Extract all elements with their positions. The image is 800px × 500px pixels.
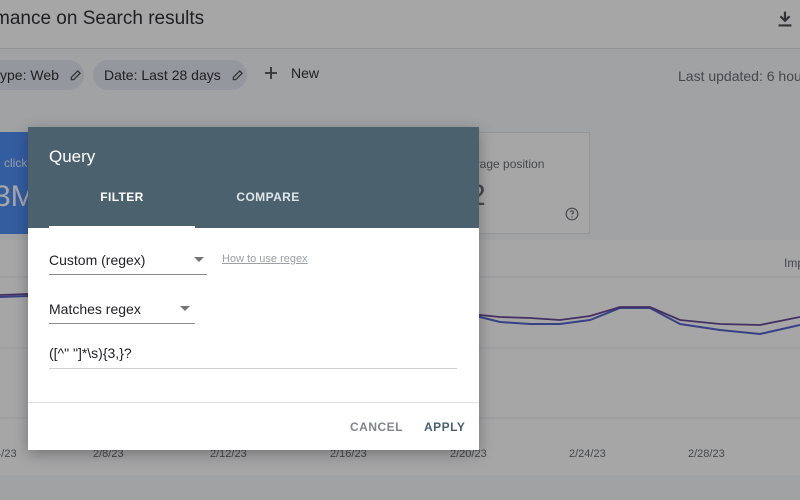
apply-button[interactable]: APPLY [424,420,465,434]
query-filter-dialog: Query FILTER COMPARE Custom (regex) How … [28,127,479,450]
regex-help-link[interactable]: How to use regex [222,253,308,265]
filter-type-select[interactable]: Custom (regex) [49,244,207,275]
regex-input-field[interactable] [49,340,457,369]
search-console-page: mance on Search results ype: Web Date: L… [0,0,800,500]
dialog-title: Query [49,147,96,166]
dropdown-caret-icon [180,306,190,311]
cancel-button[interactable]: CANCEL [350,420,403,434]
dialog-header: Query FILTER COMPARE [28,127,479,228]
match-type-value: Matches regex [49,301,141,317]
match-type-select[interactable]: Matches regex [49,293,195,324]
dialog-divider [28,402,479,403]
active-tab-indicator [49,226,195,228]
regex-input[interactable] [49,345,449,361]
tab-compare[interactable]: COMPARE [195,190,341,228]
filter-type-value: Custom (regex) [49,252,146,268]
tab-filter[interactable]: FILTER [49,190,195,228]
dropdown-caret-icon [194,257,204,262]
